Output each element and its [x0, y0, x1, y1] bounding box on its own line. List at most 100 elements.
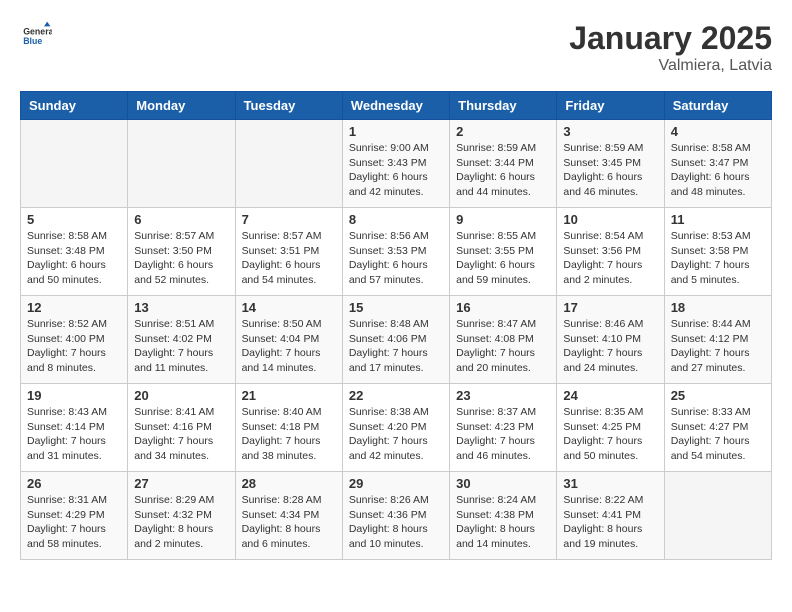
day-number: 12: [27, 300, 121, 315]
calendar-cell: 21 Sunrise: 8:40 AM Sunset: 4:18 PM Dayli…: [235, 384, 342, 472]
day-info: Sunrise: 8:22 AM Sunset: 4:41 PM Dayligh…: [563, 493, 657, 552]
calendar-cell: 6 Sunrise: 8:57 AM Sunset: 3:50 PM Daylig…: [128, 208, 235, 296]
calendar-cell: 4Sunrise: 8:58 AM Sunset: 3:47 PM Daylig…: [664, 120, 771, 208]
day-number: 21: [242, 388, 336, 403]
day-number: 24: [563, 388, 657, 403]
day-info: Sunrise: 8:41 AM Sunset: 4:16 PM Dayligh…: [134, 405, 228, 464]
day-number: 30: [456, 476, 550, 491]
calendar-cell: [128, 120, 235, 208]
day-info: Sunrise: 8:58 AM Sunset: 3:48 PM Dayligh…: [27, 229, 121, 288]
day-info: Sunrise: 8:38 AM Sunset: 4:20 PM Dayligh…: [349, 405, 443, 464]
calendar-cell: 8 Sunrise: 8:56 AM Sunset: 3:53 PM Daylig…: [342, 208, 449, 296]
day-info: Sunrise: 8:28 AM Sunset: 4:34 PM Dayligh…: [242, 493, 336, 552]
logo-icon: General Blue: [20, 20, 52, 52]
day-info: Sunrise: 8:24 AM Sunset: 4:38 PM Dayligh…: [456, 493, 550, 552]
day-number: 8: [349, 212, 443, 227]
day-number: 31: [563, 476, 657, 491]
title-block: January 2025 Valmiera, Latvia: [569, 20, 772, 75]
location: Valmiera, Latvia: [569, 57, 772, 75]
calendar-cell: 23 Sunrise: 8:37 AM Sunset: 4:23 PM Dayli…: [450, 384, 557, 472]
day-info: Sunrise: 8:40 AM Sunset: 4:18 PM Dayligh…: [242, 405, 336, 464]
calendar-cell: 18 Sunrise: 8:44 AM Sunset: 4:12 PM Dayli…: [664, 296, 771, 384]
calendar-cell: 20 Sunrise: 8:41 AM Sunset: 4:16 PM Dayli…: [128, 384, 235, 472]
day-number: 19: [27, 388, 121, 403]
day-info: Sunrise: 8:56 AM Sunset: 3:53 PM Dayligh…: [349, 229, 443, 288]
weekday-header-tuesday: Tuesday: [235, 92, 342, 120]
calendar-cell: 12Sunrise: 8:52 AM Sunset: 4:00 PM Dayli…: [21, 296, 128, 384]
weekday-header-wednesday: Wednesday: [342, 92, 449, 120]
week-row-0: 1 Sunrise: 9:00 AM Sunset: 3:43 PM Daylig…: [21, 120, 772, 208]
calendar-cell: 14Sunrise: 8:50 AM Sunset: 4:04 PM Dayli…: [235, 296, 342, 384]
day-number: 15: [349, 300, 443, 315]
day-number: 20: [134, 388, 228, 403]
weekday-header-thursday: Thursday: [450, 92, 557, 120]
day-number: 4: [671, 124, 765, 139]
calendar-cell: 15 Sunrise: 8:48 AM Sunset: 4:06 PM Dayli…: [342, 296, 449, 384]
month-title: January 2025: [569, 20, 772, 57]
calendar-cell: 5Sunrise: 8:58 AM Sunset: 3:48 PM Daylig…: [21, 208, 128, 296]
weekday-header-friday: Friday: [557, 92, 664, 120]
day-number: 13: [134, 300, 228, 315]
calendar-cell: 16 Sunrise: 8:47 AM Sunset: 4:08 PM Dayli…: [450, 296, 557, 384]
day-number: 22: [349, 388, 443, 403]
day-number: 6: [134, 212, 228, 227]
day-number: 16: [456, 300, 550, 315]
day-number: 14: [242, 300, 336, 315]
calendar-cell: 22 Sunrise: 8:38 AM Sunset: 4:20 PM Dayli…: [342, 384, 449, 472]
day-info: Sunrise: 8:54 AM Sunset: 3:56 PM Dayligh…: [563, 229, 657, 288]
day-number: 10: [563, 212, 657, 227]
day-number: 26: [27, 476, 121, 491]
calendar-cell: 9Sunrise: 8:55 AM Sunset: 3:55 PM Daylig…: [450, 208, 557, 296]
day-info: Sunrise: 8:57 AM Sunset: 3:50 PM Dayligh…: [134, 229, 228, 288]
calendar-cell: 29 Sunrise: 8:26 AM Sunset: 4:36 PM Dayli…: [342, 472, 449, 560]
day-number: 11: [671, 212, 765, 227]
day-number: 3: [563, 124, 657, 139]
week-row-3: 19Sunrise: 8:43 AM Sunset: 4:14 PM Dayli…: [21, 384, 772, 472]
day-number: 23: [456, 388, 550, 403]
day-info: Sunrise: 8:48 AM Sunset: 4:06 PM Dayligh…: [349, 317, 443, 376]
day-number: 1: [349, 124, 443, 139]
calendar-cell: 31 Sunrise: 8:22 AM Sunset: 4:41 PM Dayli…: [557, 472, 664, 560]
day-info: Sunrise: 8:46 AM Sunset: 4:10 PM Dayligh…: [563, 317, 657, 376]
calendar-cell: 26 Sunrise: 8:31 AM Sunset: 4:29 PM Dayli…: [21, 472, 128, 560]
day-info: Sunrise: 8:59 AM Sunset: 3:44 PM Dayligh…: [456, 141, 550, 200]
calendar-cell: 10 Sunrise: 8:54 AM Sunset: 3:56 PM Dayli…: [557, 208, 664, 296]
svg-text:General: General: [23, 26, 52, 36]
day-number: 25: [671, 388, 765, 403]
day-info: Sunrise: 8:37 AM Sunset: 4:23 PM Dayligh…: [456, 405, 550, 464]
calendar-cell: 11 Sunrise: 8:53 AM Sunset: 3:58 PM Dayli…: [664, 208, 771, 296]
calendar-cell: 2 Sunrise: 8:59 AM Sunset: 3:44 PM Daylig…: [450, 120, 557, 208]
day-info: Sunrise: 8:29 AM Sunset: 4:32 PM Dayligh…: [134, 493, 228, 552]
day-info: Sunrise: 8:35 AM Sunset: 4:25 PM Dayligh…: [563, 405, 657, 464]
week-row-4: 26 Sunrise: 8:31 AM Sunset: 4:29 PM Dayli…: [21, 472, 772, 560]
day-info: Sunrise: 8:33 AM Sunset: 4:27 PM Dayligh…: [671, 405, 765, 464]
day-number: 28: [242, 476, 336, 491]
weekday-header-monday: Monday: [128, 92, 235, 120]
day-number: 2: [456, 124, 550, 139]
day-info: Sunrise: 8:51 AM Sunset: 4:02 PM Dayligh…: [134, 317, 228, 376]
calendar-cell: 25 Sunrise: 8:33 AM Sunset: 4:27 PM Dayli…: [664, 384, 771, 472]
day-info: Sunrise: 9:00 AM Sunset: 3:43 PM Dayligh…: [349, 141, 443, 200]
page-header: General Blue January 2025 Valmiera, Latv…: [20, 20, 772, 75]
calendar-cell: 3Sunrise: 8:59 AM Sunset: 3:45 PM Daylig…: [557, 120, 664, 208]
svg-text:Blue: Blue: [23, 36, 42, 46]
calendar-cell: 24 Sunrise: 8:35 AM Sunset: 4:25 PM Dayli…: [557, 384, 664, 472]
calendar-cell: 19Sunrise: 8:43 AM Sunset: 4:14 PM Dayli…: [21, 384, 128, 472]
calendar-cell: [21, 120, 128, 208]
day-info: Sunrise: 8:57 AM Sunset: 3:51 PM Dayligh…: [242, 229, 336, 288]
day-number: 18: [671, 300, 765, 315]
day-info: Sunrise: 8:44 AM Sunset: 4:12 PM Dayligh…: [671, 317, 765, 376]
day-number: 27: [134, 476, 228, 491]
week-row-2: 12Sunrise: 8:52 AM Sunset: 4:00 PM Dayli…: [21, 296, 772, 384]
calendar-cell: [235, 120, 342, 208]
day-info: Sunrise: 8:47 AM Sunset: 4:08 PM Dayligh…: [456, 317, 550, 376]
day-info: Sunrise: 8:26 AM Sunset: 4:36 PM Dayligh…: [349, 493, 443, 552]
day-number: 17: [563, 300, 657, 315]
calendar-cell: 28 Sunrise: 8:28 AM Sunset: 4:34 PM Dayli…: [235, 472, 342, 560]
day-info: Sunrise: 8:31 AM Sunset: 4:29 PM Dayligh…: [27, 493, 121, 552]
day-number: 7: [242, 212, 336, 227]
weekday-header-saturday: Saturday: [664, 92, 771, 120]
day-info: Sunrise: 8:53 AM Sunset: 3:58 PM Dayligh…: [671, 229, 765, 288]
weekday-header-sunday: Sunday: [21, 92, 128, 120]
day-number: 29: [349, 476, 443, 491]
